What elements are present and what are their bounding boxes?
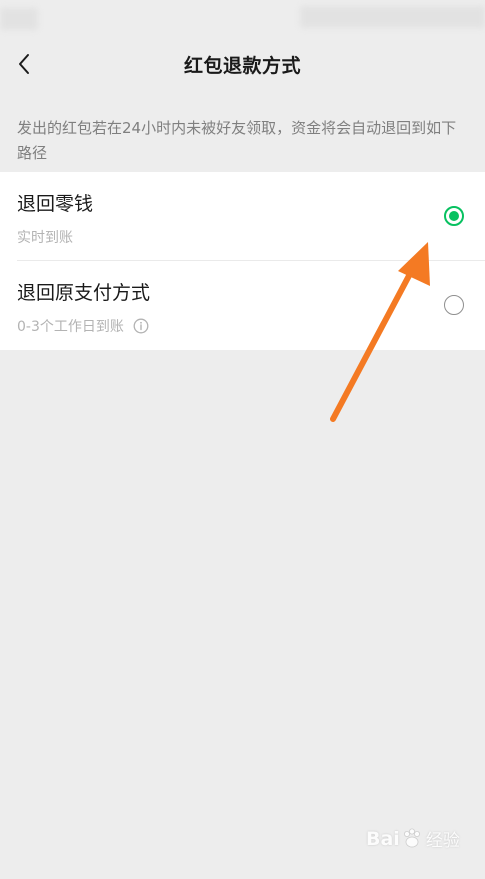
watermark-brand: Bai	[366, 827, 400, 850]
radio-selected[interactable]	[444, 206, 464, 226]
paw-icon	[403, 828, 420, 847]
arrow-icon	[330, 242, 430, 422]
status-bar-left-blur	[0, 8, 38, 30]
radio-unselected[interactable]	[444, 295, 464, 315]
status-bar	[0, 0, 485, 36]
option-subtitle-text: 0-3个工作日到账	[17, 319, 124, 335]
option-subtitle: 实时到账	[17, 227, 73, 247]
option-subtitle: 0-3个工作日到账	[17, 316, 149, 336]
option-title: 退回零钱	[17, 193, 94, 215]
info-icon[interactable]	[133, 318, 149, 334]
watermark-suffix: 经验	[425, 831, 460, 851]
page-title: 红包退款方式	[183, 55, 301, 77]
option-subtitle-text: 实时到账	[17, 230, 73, 246]
refund-description: 发出的红包若在24小时内未被好友领取，资金将会自动退回到如下路径	[17, 119, 457, 162]
watermark-logo: Bai 经验	[366, 826, 460, 852]
nav-bar: 红包退款方式	[0, 36, 485, 92]
status-bar-right-blur	[300, 6, 485, 28]
option-title: 退回原支付方式	[17, 282, 151, 304]
